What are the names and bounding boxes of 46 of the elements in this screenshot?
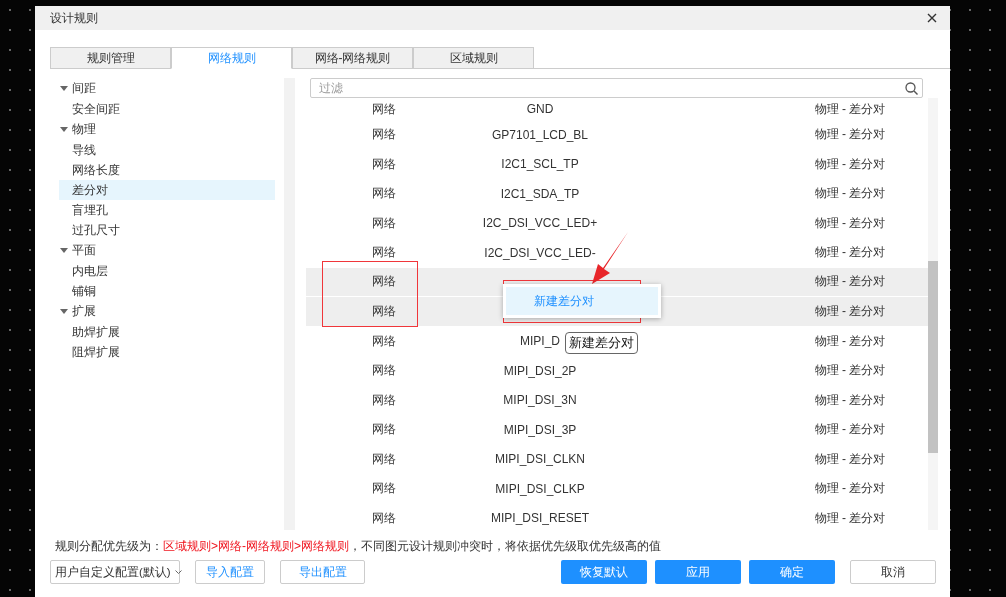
net-name-cell: I2C1_SCL_TP [501,157,579,172]
net-name-cell: MIPI_DSI_RESET [491,511,589,526]
net-name-cell: I2C_DSI_VCC_LED- [484,245,596,260]
type-cell: 网络 [372,214,396,232]
rule-cell: 物理 - 差分对 [814,332,886,350]
type-cell: 网络 [372,273,396,291]
net-name-cell: MIPI_D [520,334,560,349]
type-cell: 网络 [372,126,396,144]
type-cell: 网络 [372,100,396,118]
rule-cell: 物理 - 差分对 [814,509,886,527]
rule-cell: 物理 - 差分对 [814,421,886,439]
net-name-cell: MIPI_DSI_3P [503,422,577,437]
rule-cell: 物理 - 差分对 [814,155,886,173]
type-cell: 网络 [372,509,396,527]
priority-notice: 规则分配优先级为：区域规则>网络-网络规则>网络规则，不同图元设计规则冲突时，将依据优先级取优先级高的值 [55,538,662,554]
net-name-cell: I2C_DSI_VCC_LED+ [482,216,598,231]
rule-cell: 物理 - 差分对 [814,214,886,232]
rule-cell: 物理 - 差分对 [814,362,886,380]
net-name-cell: MIPI_DSI_CLKN [495,452,585,467]
net-name-cell: I2C1_SDA_TP [500,186,580,201]
rule-cell: 物理 - 差分对 [814,185,886,203]
net-name-cell: GP7101_LCD_BL [491,127,589,142]
tooltip: 新建差分对 [565,332,638,354]
rule-cell: 物理 - 差分对 [814,450,886,468]
type-cell: 网络 [372,185,396,203]
rule-cell: 物理 - 差分对 [814,244,886,262]
rule-cell: 物理 - 差分对 [814,100,886,118]
net-name-cell: MIPI_DSI_2P [503,363,577,378]
net-name-cell: GND [526,102,554,116]
type-cell: 网络 [372,155,396,173]
net-name-cell: MIPI_DSI_3N [503,393,577,408]
rule-cell: 物理 - 差分对 [814,480,886,498]
type-cell: 网络 [372,332,396,350]
net-name-cell: MIPI_DSI_CLKP [495,481,585,496]
type-cell: 网络 [372,244,396,262]
type-cell: 网络 [372,450,396,468]
type-cell: 网络 [372,480,396,498]
type-cell: 网络 [372,302,396,320]
rule-cell: 物理 - 差分对 [814,391,886,409]
type-cell: 网络 [372,421,396,439]
window-title: 设计规则 [50,9,98,27]
rule-cell: 物理 - 差分对 [814,273,886,291]
type-cell: 网络 [372,362,396,380]
type-cell: 网络 [372,391,396,409]
rule-cell: 物理 - 差分对 [814,302,886,320]
rule-cell: 物理 - 差分对 [814,126,886,144]
